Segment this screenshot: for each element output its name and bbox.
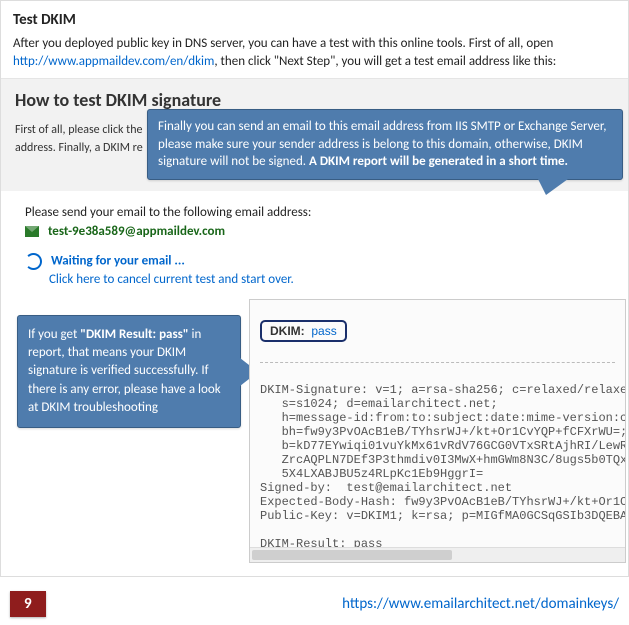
rpt-l4: bh=fw9y3PvOAcB1eB/TYhsrWJ+/kt+Or1CvYQP+f… <box>260 425 626 439</box>
test-email-address: test-9e38a589@appmaildev.com <box>48 224 225 239</box>
callout1-bold: A DKIM report will be generated in a sho… <box>309 154 568 169</box>
rpt-l5: b=kD77EYwiqi01vuYkMx61vRdV76GCG0VTxSRtAj… <box>260 439 626 453</box>
rpt-l8: Signed-by: test@emailarchitect.net <box>260 481 512 495</box>
tool-link[interactable]: http://www.appmaildev.com/en/dkim <box>13 54 214 69</box>
callout1-tail <box>538 179 568 195</box>
scrollbar-thumb[interactable] <box>252 550 452 560</box>
dkim-report-panel: DKIM: pass DKIM-Signature: v=1; a=rsa-sh… <box>249 299 626 563</box>
rpt-l7: 5X4LXABJBU5z4RLpKc1Eb9HggrI= <box>260 467 483 481</box>
intro-text-after: , then click "Next Step", you will get a… <box>214 54 556 69</box>
howto-heading: How to test DKIM signature <box>15 89 614 111</box>
rpt-l6: ZrcAQPLN7DEf3P3thmdiv0I3MwX+hmGWm8N3C/8u… <box>260 453 626 467</box>
rpt-l10: Public-Key: v=DKIM1; k=rsa; p=MIGfMA0GCS… <box>260 509 626 523</box>
rpt-l2: s=s1024; d=emailarchitect.net; <box>260 397 498 411</box>
dkim-label: DKIM: <box>270 324 305 338</box>
report-divider <box>260 362 615 363</box>
footer-url[interactable]: https://www.emailarchitect.net/domainkey… <box>342 595 619 613</box>
rpt-l3: h=message-id:from:to:subject:date:mime-v… <box>260 411 626 425</box>
spinner-icon <box>25 253 42 270</box>
send-prompt: Please send your email to the following … <box>25 205 614 220</box>
rpt-l1: DKIM-Signature: v=1; a=rsa-sha256; c=rel… <box>260 383 626 397</box>
rpt-l9: Expected-Body-Hash: fw9y3PvOAcB1eB/TYhsr… <box>260 495 626 509</box>
mail-icon <box>25 226 39 237</box>
waiting-text: Waiting for your email ... <box>51 254 185 269</box>
callout2-bold: "DKIM Result: pass" <box>80 327 188 342</box>
section-title: Test DKIM <box>13 11 616 29</box>
dkim-status-box: DKIM: pass <box>260 320 347 342</box>
callout-result-tip: If you get "DKIM Result: pass" in report… <box>17 315 241 428</box>
cancel-link[interactable]: Click here to cancel current test and st… <box>49 272 614 287</box>
horizontal-scrollbar[interactable] <box>250 547 625 562</box>
page-number-badge: 9 <box>10 591 46 617</box>
callout2-t1: If you get <box>28 327 80 342</box>
callout-instructions: Finally you can send an email to this em… <box>147 109 623 180</box>
intro-paragraph: After you deployed public key in DNS ser… <box>13 35 616 70</box>
intro-text-before: After you deployed public key in DNS ser… <box>13 36 553 51</box>
dkim-value: pass <box>311 324 336 338</box>
